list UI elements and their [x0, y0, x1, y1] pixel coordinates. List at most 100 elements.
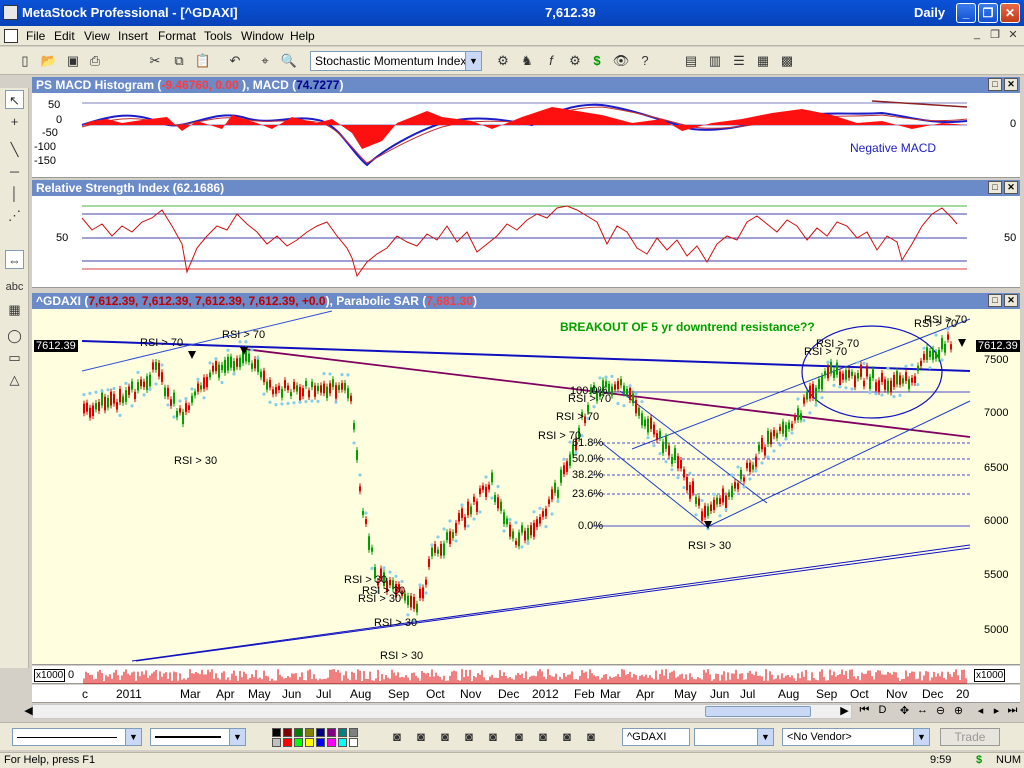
chevron-down-icon[interactable]: ▼ — [125, 729, 141, 745]
color-swatch[interactable] — [349, 728, 358, 737]
cascade-icon[interactable]: ▤ — [682, 52, 700, 70]
macd-close-icon[interactable]: ✕ — [1004, 78, 1018, 91]
style-1-icon[interactable]: ◙ — [388, 728, 406, 746]
style-7-icon[interactable]: ◙ — [534, 728, 552, 746]
color-swatch[interactable] — [294, 728, 303, 737]
zoom-in-icon[interactable]: ⊕ — [952, 704, 965, 718]
macd-maximize-icon[interactable]: □ — [988, 78, 1002, 91]
crosshair-tool-icon[interactable]: + — [5, 112, 24, 131]
crosshair-icon[interactable]: ⌖ — [256, 52, 274, 70]
style-5-icon[interactable]: ◙ — [484, 728, 502, 746]
rectangle-tool-icon[interactable]: ▭ — [5, 348, 24, 367]
color-swatch[interactable] — [327, 728, 336, 737]
tile-vertical-icon[interactable]: ▥ — [706, 52, 724, 70]
style-8-icon[interactable]: ◙ — [558, 728, 576, 746]
rsi-maximize-icon[interactable]: □ — [988, 181, 1002, 194]
arrows-tool-icon[interactable]: ⇔ — [5, 250, 24, 269]
chart-scrollbar[interactable] — [32, 704, 852, 719]
color-swatch[interactable] — [272, 728, 281, 737]
pointer-tool-icon[interactable]: ↖ — [5, 90, 24, 109]
grid-tool-icon[interactable]: ▦ — [5, 300, 24, 319]
menu-tools[interactable]: Tools — [204, 29, 232, 43]
horizontal-line-tool-icon[interactable]: ─ — [5, 162, 24, 181]
color-swatch[interactable] — [338, 728, 347, 737]
vertical-line-tool-icon[interactable]: │ — [5, 184, 24, 203]
menu-window[interactable]: Window — [241, 29, 284, 43]
page-end-icon[interactable]: ⏭ — [1006, 704, 1019, 718]
system-tester-icon[interactable]: ⚙ — [566, 52, 584, 70]
move-icon[interactable]: ✥ — [898, 704, 911, 718]
style-3-icon[interactable]: ◙ — [436, 728, 454, 746]
indicator-select[interactable]: Stochastic Momentum Index ▼ — [310, 51, 482, 71]
color-swatch[interactable] — [294, 738, 303, 747]
binoculars-icon[interactable]: 👁 — [612, 52, 630, 70]
trendline-tool-icon[interactable]: ╲ — [5, 140, 24, 159]
pan-icon[interactable]: ↔ — [916, 704, 929, 718]
zoom-icon[interactable]: 🔍 — [280, 52, 298, 70]
expert-icon[interactable]: ⚙ — [494, 52, 512, 70]
text-tool-icon[interactable]: abc — [5, 278, 24, 297]
scrollbar-thumb[interactable] — [705, 706, 811, 717]
trade-button[interactable]: Trade — [940, 728, 1000, 746]
help-pointer-icon[interactable]: ? — [636, 52, 654, 70]
style-6-icon[interactable]: ◙ — [510, 728, 528, 746]
chevron-down-icon[interactable]: ▼ — [757, 729, 773, 745]
doc-minimize-icon[interactable]: _ — [970, 28, 984, 42]
scroll-left-icon[interactable]: ◀ — [22, 704, 35, 718]
style-4-icon[interactable]: ◙ — [460, 728, 478, 746]
close-button[interactable]: ✕ — [1000, 3, 1020, 23]
chevron-down-icon[interactable]: ▼ — [465, 52, 481, 70]
document-icon[interactable] — [4, 29, 18, 43]
color-swatch[interactable] — [327, 738, 336, 747]
page-forward-icon[interactable]: ▸ — [990, 704, 1003, 718]
color-swatch[interactable] — [283, 728, 292, 737]
menu-format[interactable]: Format — [158, 29, 196, 43]
periodicity-select[interactable]: ▼ — [694, 728, 774, 746]
line-weight-select[interactable]: ▼ — [150, 728, 246, 746]
new-icon[interactable]: ▯ — [16, 52, 34, 70]
color-swatch[interactable] — [283, 738, 292, 747]
tile-horizontal-icon[interactable]: ☰ — [730, 52, 748, 70]
doc-restore-icon[interactable]: ❐ — [988, 28, 1002, 42]
scroll-start-icon[interactable]: ⏮ — [858, 704, 871, 718]
paste-icon[interactable]: 📋 — [194, 52, 212, 70]
cut-icon[interactable]: ✂ — [146, 52, 164, 70]
cycle-tool-icon[interactable]: ⋰ — [5, 206, 24, 225]
color-swatch[interactable] — [316, 738, 325, 747]
page-back-icon[interactable]: ◂ — [974, 704, 987, 718]
symbol-field[interactable]: ^GDAXI — [622, 728, 690, 746]
formula-icon[interactable]: f — [542, 52, 560, 70]
color-swatch[interactable] — [338, 738, 347, 747]
zoom-out-icon[interactable]: ⊖ — [934, 704, 947, 718]
color-swatch[interactable] — [316, 728, 325, 737]
print-icon[interactable]: ⎙ — [86, 52, 104, 70]
macd-panel-header[interactable]: PS MACD Histogram (-9.46760, 0.00 ), MAC… — [32, 77, 1020, 93]
style-9-icon[interactable]: ◙ — [582, 728, 600, 746]
rsi-panel-header[interactable]: Relative Strength Index (62.1686) □ ✕ — [32, 180, 1020, 196]
scroll-right-icon[interactable]: ▶ — [838, 704, 851, 718]
dollar-icon[interactable]: $ — [588, 52, 606, 70]
tile-grid-icon[interactable]: ▦ — [754, 52, 772, 70]
color-swatch[interactable] — [272, 738, 281, 747]
save-icon[interactable]: ▣ — [64, 52, 82, 70]
undo-icon[interactable]: ↶ — [226, 52, 244, 70]
color-swatch[interactable] — [305, 738, 314, 747]
menu-file[interactable]: File — [26, 29, 45, 43]
menu-help[interactable]: Help — [290, 29, 315, 43]
menu-view[interactable]: View — [84, 29, 110, 43]
rsi-close-icon[interactable]: ✕ — [1004, 181, 1018, 194]
ellipse-tool-icon[interactable]: ◯ — [5, 326, 24, 345]
price-close-icon[interactable]: ✕ — [1004, 294, 1018, 307]
line-style-select[interactable]: ▼ — [12, 728, 142, 746]
color-swatch[interactable] — [349, 738, 358, 747]
scroll-day-icon[interactable]: D — [876, 704, 889, 718]
style-2-icon[interactable]: ◙ — [412, 728, 430, 746]
explorer-icon[interactable]: ♞ — [518, 52, 536, 70]
color-swatch[interactable] — [305, 728, 314, 737]
price-panel-header[interactable]: ^GDAXI (7,612.39, 7,612.39, 7,612.39, 7,… — [32, 293, 1020, 309]
menu-insert[interactable]: Insert — [118, 29, 148, 43]
open-icon[interactable]: 📂 — [40, 52, 58, 70]
triangle-tool-icon[interactable]: △ — [5, 370, 24, 389]
minimize-button[interactable]: _ — [956, 3, 976, 23]
layout-icon[interactable]: ▩ — [778, 52, 796, 70]
